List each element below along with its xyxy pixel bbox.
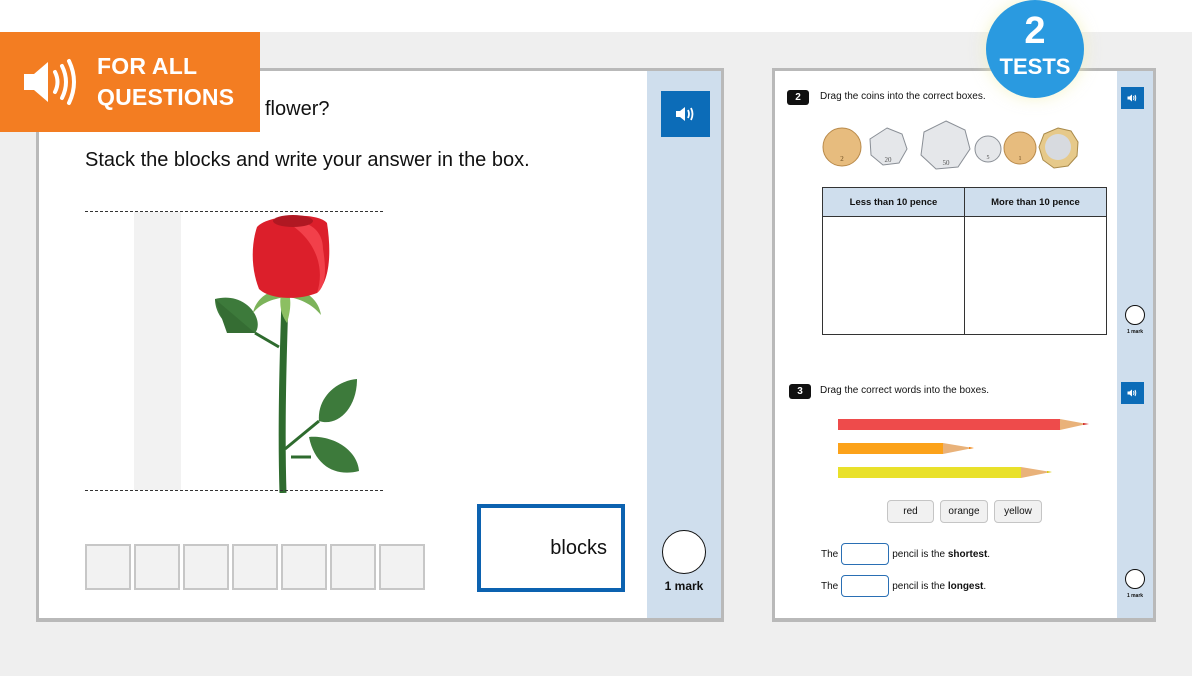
sentence-longest: The pencil is the longest . [821,575,986,597]
rose-image [215,215,359,493]
banner-line-2: QUESTIONS [97,84,235,110]
pencil-images [838,419,1089,478]
dashed-guide-bottom [85,490,383,491]
sentence-prefix: The [821,580,839,592]
coin-2p: 2 [822,127,862,167]
table-header: Less than 10 pence [822,187,965,217]
tests-count-badge: 2 TESTS [986,0,1084,98]
question-title: flower? [265,98,330,120]
sentence-end: . [987,548,991,560]
table-header: More than 10 pence [964,187,1107,217]
rose-center [273,215,313,227]
block-stack-area[interactable] [134,212,181,490]
pencil-orange [838,443,974,454]
question-sidebar: 1 mark [647,71,721,618]
answer-unit-label: blocks [550,536,607,559]
pencil-red [838,419,1089,430]
rose-leaf [309,436,359,473]
sentence-middle: pencil is the [892,580,948,592]
mark-checkbox[interactable] [662,530,706,574]
word-tile-yellow[interactable]: yellow [994,500,1042,523]
tests-count: 2 [1024,10,1046,52]
svg-text:2: 2 [840,155,844,163]
question-sidebar: 1 mark 1 mark [1117,71,1153,618]
speaker-icon [1127,389,1137,397]
word-bank: red orange yellow [887,500,1042,523]
sentence-keyword: longest [947,580,984,592]
coin-sort-table: Less than 10 pence More than 10 pence [822,187,1107,335]
mark-checkbox-q3[interactable] [1125,569,1145,589]
question-panel-large: flower? Stack the blocks and write your … [36,68,724,622]
rose-leaf [318,379,357,423]
mark-checkbox-q2[interactable] [1125,305,1145,325]
sentence-end: . [983,580,987,592]
svg-text:1: 1 [1019,156,1022,162]
coin-5p: 5 [974,135,1002,163]
draggable-block[interactable] [183,544,229,590]
audio-button-q2[interactable] [1121,87,1144,109]
rose-leaf [254,331,280,349]
speaker-icon [24,59,76,105]
word-tile-orange[interactable]: orange [940,500,988,523]
sentence-prefix: The [821,548,839,560]
draggable-block[interactable] [379,544,425,590]
audio-for-all-banner: FOR ALL QUESTIONS [0,32,260,132]
svg-text:20: 20 [885,156,893,164]
sentence-middle: pencil is the [892,548,948,560]
draggable-block[interactable] [330,544,376,590]
draggable-block[interactable] [85,544,131,590]
draggable-block[interactable] [134,544,180,590]
block-tray [85,544,425,590]
drop-zone-more[interactable] [964,216,1107,335]
question-number-badge: 3 [789,384,811,399]
answer-input-box[interactable]: blocks [477,504,625,592]
pencil-yellow [838,467,1052,478]
coin-50p: 50 [920,120,971,170]
question-number-badge: 2 [787,90,809,105]
mark-label: 1 mark [664,579,704,593]
draggable-block[interactable] [232,544,278,590]
question-instruction: Stack the blocks and write your answer i… [85,149,530,171]
question-text: Drag the correct words into the boxes. [820,385,989,396]
question-panel-preview: 2 Drag the coins into the correct boxes.… [772,68,1156,622]
sentence-shortest: The pencil is the shortest . [821,543,990,565]
rose-stem [278,298,289,493]
audio-button-q3[interactable] [1121,382,1144,404]
audio-button[interactable] [661,91,710,137]
svg-text:5: 5 [987,155,990,161]
mark-label: 1 mark [1126,593,1144,599]
speaker-icon [1127,94,1137,102]
speaker-icon [675,107,693,121]
coin-row: 2 20 50 5 1 [822,120,1079,170]
coin-1-pound [1038,127,1079,169]
drop-box-shortest[interactable] [841,543,890,565]
drop-box-longest[interactable] [841,575,890,597]
question-text: Drag the coins into the correct boxes. [820,91,986,102]
tests-label: TESTS [999,54,1071,79]
coin-20p: 20 [869,127,908,166]
coin-1p: 1 [1003,131,1037,165]
word-tile-red[interactable]: red [887,500,934,523]
draggable-block[interactable] [281,544,327,590]
banner-line-1: FOR ALL [97,53,198,79]
svg-text:50: 50 [943,159,951,167]
drop-zone-less[interactable] [822,216,965,335]
mark-label: 1 mark [1126,329,1144,335]
sentence-keyword: shortest [947,548,988,560]
